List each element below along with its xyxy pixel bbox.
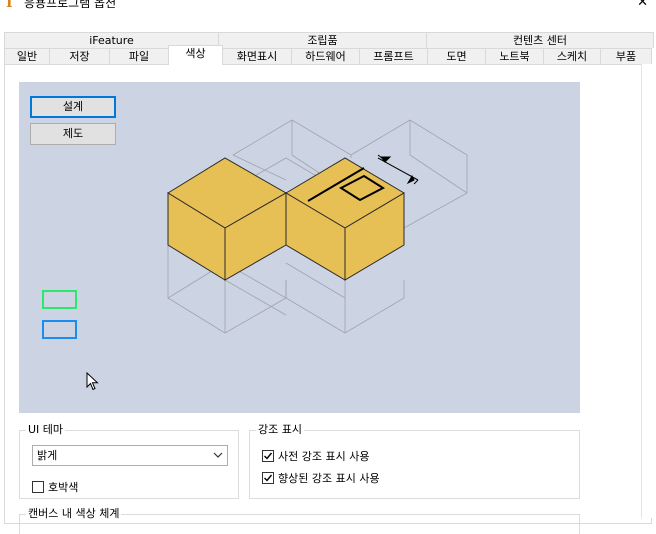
ui-theme-legend: UI 테마: [26, 423, 66, 437]
mouse-cursor-icon: [86, 372, 99, 391]
tab-row-top: iFeature 조립품 컨텐츠 센터: [4, 32, 654, 48]
checkmark-icon: [264, 474, 273, 482]
ui-theme-selected-value: 밝게: [37, 449, 58, 462]
amber-checkbox[interactable]: [32, 481, 44, 493]
prehighlight-checkbox[interactable]: [262, 450, 274, 462]
tab-assembly[interactable]: 조립품: [218, 32, 427, 48]
drawing-button[interactable]: 제도: [30, 123, 116, 145]
canvas-color-scheme-group: 캔버스 내 색상 체계: [19, 507, 580, 534]
checkmark-icon: [264, 452, 273, 460]
canvas-color-scheme-legend: 캔버스 내 색상 체계: [26, 507, 122, 521]
amber-label: 호박색: [48, 481, 79, 494]
tab-notebook[interactable]: 노트북: [485, 48, 544, 64]
tab-colors[interactable]: 색상: [168, 45, 223, 65]
ui-theme-group: UI 테마 밝게 호박색: [19, 423, 239, 499]
tab-drawing[interactable]: 도면: [427, 48, 486, 64]
prehighlight-option[interactable]: 사전 강조 표시 사용: [262, 448, 369, 464]
amber-option[interactable]: 호박색: [32, 479, 78, 495]
chevron-down-icon: [213, 452, 223, 458]
tab-display[interactable]: 화면표시: [222, 48, 292, 64]
tab-row-bottom: 일반 저장 파일 색상 화면표시 하드웨어 프롬프트 도면 노트북 스케치 부품: [4, 45, 652, 65]
tab-file[interactable]: 파일: [109, 48, 169, 64]
inventor-app-icon: I: [6, 0, 13, 11]
design-button[interactable]: 설계: [30, 96, 116, 118]
vertical-scrollbar[interactable]: [641, 64, 656, 518]
close-button[interactable]: ✕: [637, 0, 648, 10]
window-title: 응용프로그램 옵션: [24, 0, 117, 10]
enhanced-highlight-option[interactable]: 향상된 강조 표시 사용: [262, 470, 380, 486]
tab-prompts[interactable]: 프롬프트: [359, 48, 428, 64]
enhanced-highlight-label: 향상된 강조 표시 사용: [278, 472, 380, 485]
highlight-group: 강조 표시 사전 강조 표시 사용 향상된 강조 표시 사용: [249, 423, 580, 499]
prehighlight-label: 사전 강조 표시 사용: [278, 450, 370, 463]
tab-hardware[interactable]: 하드웨어: [291, 48, 360, 64]
tab-sketch[interactable]: 스케치: [543, 48, 601, 64]
selection-color-swatch: [42, 290, 77, 309]
highlight-color-swatch: [42, 320, 77, 339]
tab-part[interactable]: 부품: [600, 48, 652, 64]
title-bar: I 응용프로그램 옵션 ✕: [0, 0, 656, 20]
ui-theme-select[interactable]: 밝게: [32, 445, 228, 466]
tab-content-center[interactable]: 컨텐츠 센터: [426, 32, 654, 48]
tab-general[interactable]: 일반: [4, 48, 50, 64]
enhanced-highlight-checkbox[interactable]: [262, 472, 274, 484]
color-preview-canvas: 설계 제도: [19, 82, 580, 413]
highlight-legend: 강조 표시: [256, 423, 304, 437]
tab-save[interactable]: 저장: [49, 48, 110, 64]
